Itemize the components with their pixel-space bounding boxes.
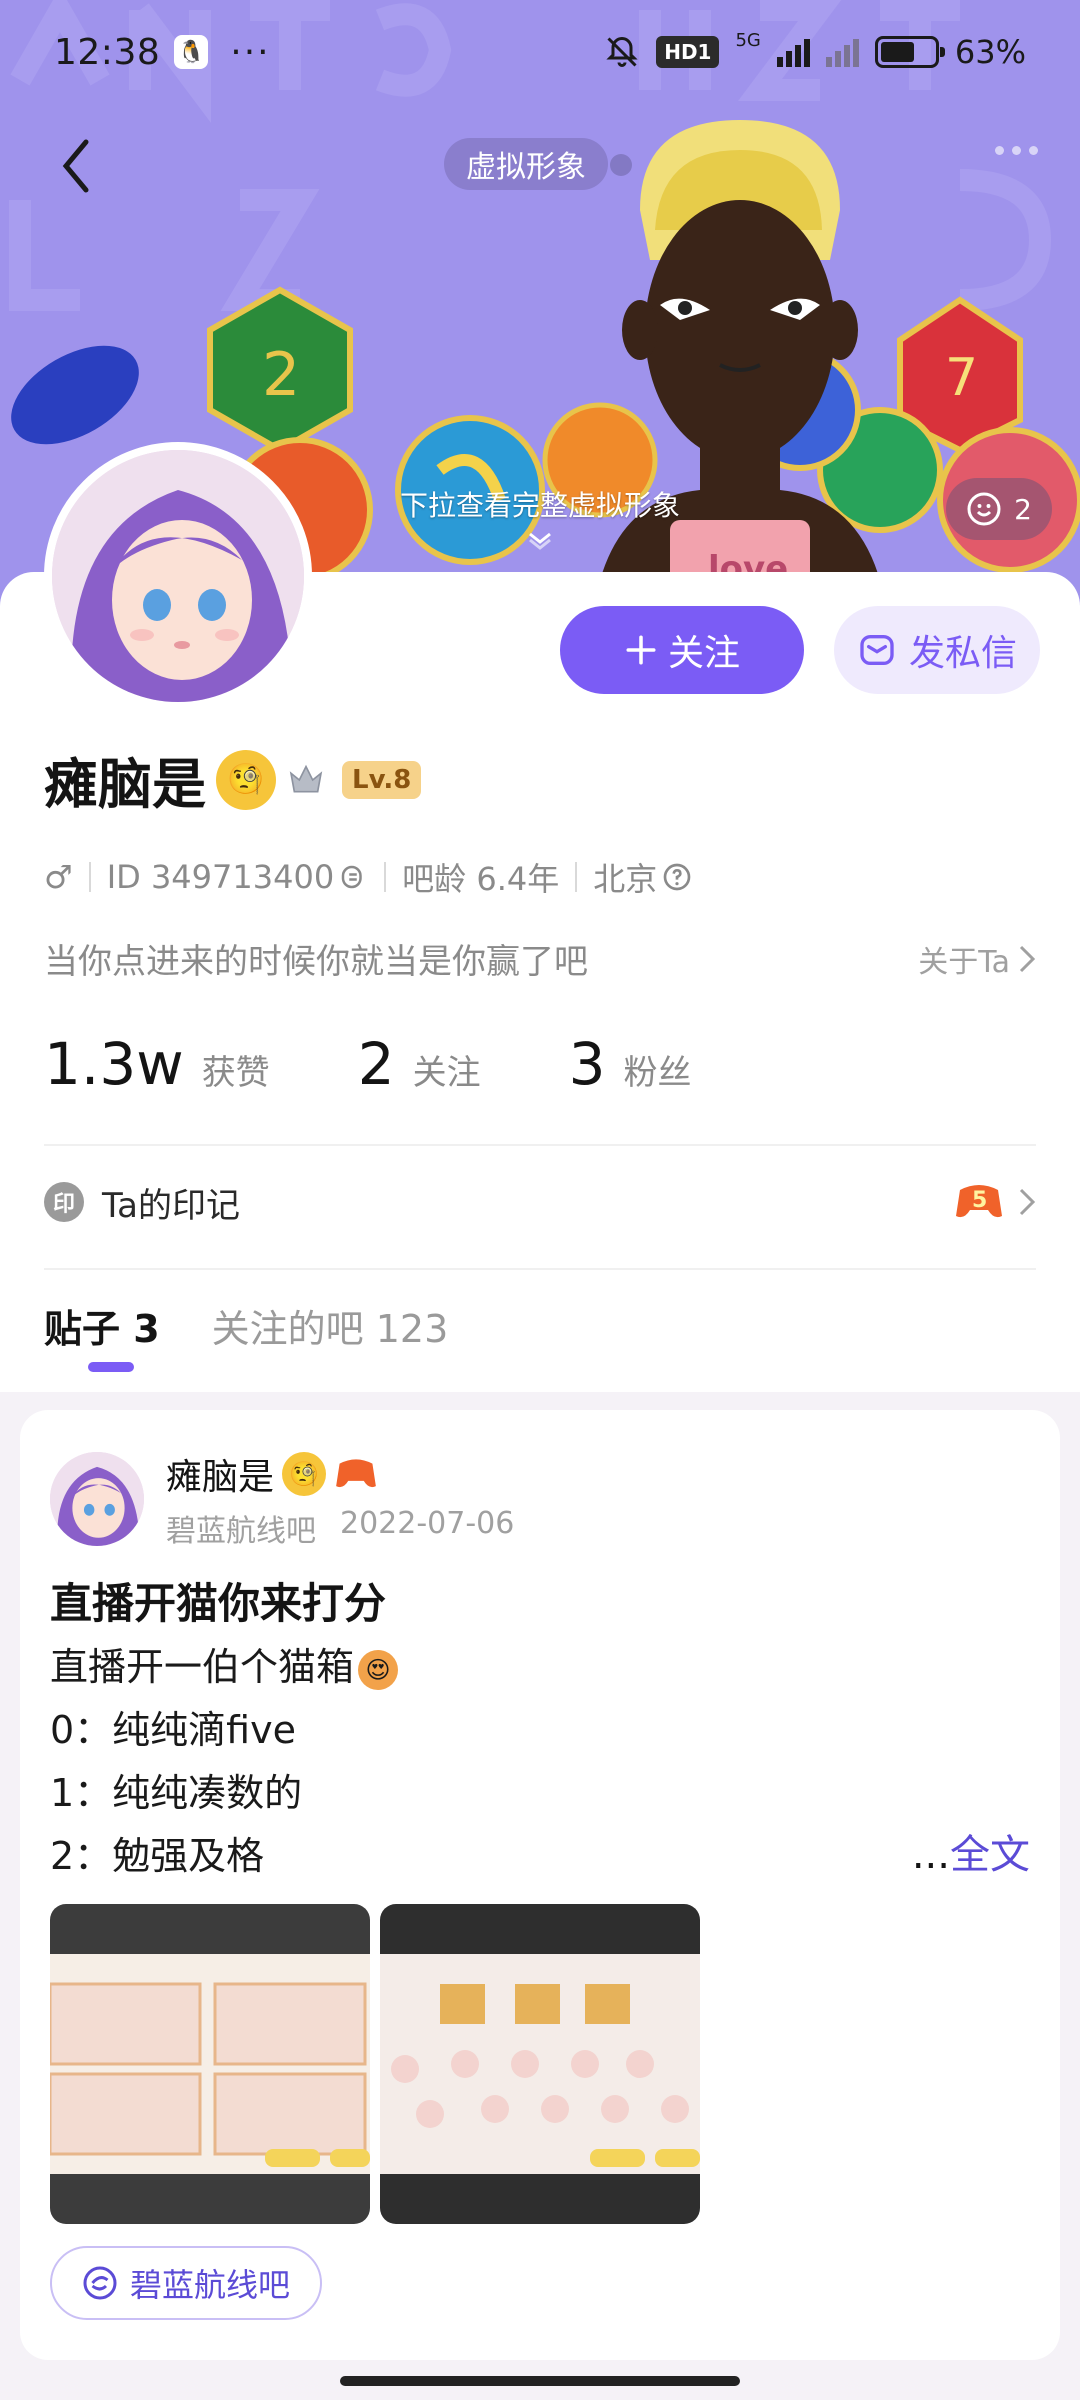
follow-button[interactable]: 关注: [560, 606, 804, 694]
about-label: 关于Ta: [918, 944, 1010, 980]
post-title: 直播开猫你来打分: [50, 1579, 387, 1628]
read-full-link[interactable]: ...全文: [912, 1822, 1030, 1880]
direct-message-button[interactable]: 发私信: [834, 606, 1040, 694]
mute-bell-icon: [606, 36, 638, 67]
monocle-emoji-icon: 🧐: [216, 749, 276, 810]
post-body: 直播开一伯个猫箱 😍 0：纯纯滴five 1：纯纯凑数的 2：勉强及格: [50, 1636, 1030, 1888]
stats-row: 1.3w 获赞 2 关注 3 粉丝: [44, 1030, 780, 1098]
chevron-right-icon: [1019, 1188, 1036, 1216]
game-badge-icon: [336, 1459, 376, 1488]
post-line: 2：勉强及格: [50, 1834, 265, 1878]
svg-text:2: 2: [262, 340, 300, 410]
stat-followers[interactable]: 3 粉丝: [569, 1030, 692, 1098]
post-avatar-image: [50, 1452, 144, 1546]
post-line: 直播开一伯个猫箱 😍: [50, 1636, 1030, 1699]
crown-badge-icon[interactable]: [286, 760, 326, 800]
back-button[interactable]: [46, 136, 106, 196]
screenshot-thumbnail: [50, 1904, 370, 2224]
tab-posts[interactable]: 贴子 3: [44, 1298, 160, 1372]
level-badge[interactable]: Lv.8: [342, 760, 422, 799]
avatar[interactable]: [44, 442, 312, 710]
stat-label: 获赞: [201, 1053, 270, 1093]
post-line: 0：纯纯滴five: [50, 1708, 296, 1752]
post-date: 2022-07-06: [340, 1506, 515, 1541]
user-id: ID 349713400: [106, 858, 335, 896]
marks-row[interactable]: 印 Ta的印记 5: [44, 1162, 1036, 1242]
battery-icon: [874, 36, 945, 68]
copy-icon[interactable]: [338, 862, 368, 892]
heart-eyes-emoji-icon: 😍: [358, 1649, 399, 1690]
top-nav: 虚拟形象: [0, 130, 1080, 200]
post-author-avatar[interactable]: [50, 1452, 144, 1546]
mark-stamp-icon: 印: [44, 1182, 84, 1222]
post-author-row: 瘫脑是 🧐: [166, 1448, 378, 1500]
smile-icon: [967, 492, 1001, 526]
stat-following[interactable]: 2 关注: [358, 1030, 481, 1098]
stat-number: 2: [357, 1030, 395, 1098]
game-badge-icon: 5: [956, 1185, 1002, 1218]
stat-likes[interactable]: 1.3w 获赞: [44, 1030, 270, 1098]
divider: [44, 1144, 1036, 1146]
marks-label: Ta的印记: [102, 1185, 240, 1226]
full-text-label: 全文: [950, 1832, 1030, 1878]
forum-chip-label: 碧蓝航线吧: [130, 2266, 291, 2304]
network-type: 5G: [735, 29, 761, 51]
plus-icon: [626, 635, 656, 665]
post-card[interactable]: 瘫脑是 🧐 碧蓝航线吧 2022-07-06 直播开猫你来打分 直播开一伯个猫箱…: [20, 1410, 1060, 2360]
about-link[interactable]: 关于Ta: [918, 937, 1036, 981]
ellipsis: ...: [911, 1832, 950, 1878]
signal-icon: [776, 37, 810, 67]
screenshot-thumbnail: [380, 1904, 700, 2224]
stat-label: 粉丝: [623, 1053, 692, 1093]
dm-label: 发私信: [908, 633, 1017, 674]
post-author-name[interactable]: 瘫脑是: [166, 1448, 274, 1500]
home-indicator[interactable]: [340, 2376, 740, 2386]
qq-notification-icon: 🐧: [174, 35, 209, 69]
name-row: 瘫脑是 🧐 Lv.8: [44, 740, 422, 819]
status-more-indicator: ···: [230, 31, 271, 73]
follow-label: 关注: [667, 633, 740, 674]
post-image[interactable]: [50, 1904, 370, 2224]
avatar-image: [52, 450, 304, 702]
tab-followed-forums[interactable]: 关注的吧 123: [212, 1298, 449, 1353]
bio-text: 当你点进来的时候你就当是你赢了吧: [44, 942, 588, 982]
back-arrow-icon: [62, 139, 89, 193]
more-options-button[interactable]: [995, 146, 1038, 155]
pill-dot-indicator: [610, 154, 632, 176]
monocle-emoji-icon: 🧐: [282, 1452, 327, 1496]
avatar-like-chip[interactable]: 2: [946, 478, 1052, 540]
status-time: 12:38: [54, 31, 161, 73]
battery-percent: 63%: [954, 33, 1026, 71]
signal-2-icon: [825, 37, 859, 67]
location: 北京: [593, 860, 658, 898]
post-line: 1：纯纯凑数的: [50, 1771, 303, 1815]
status-bar: 12:38 🐧 ··· HD1 5G 63%: [0, 0, 1080, 104]
hd-badge: HD1: [656, 36, 720, 68]
stat-number: 1.3w: [44, 1030, 184, 1098]
forum-logo-icon: [83, 2266, 117, 2300]
meta-row: ♂ ID 349713400 吧龄 6.4年 北京: [44, 854, 693, 900]
stat-label: 关注: [412, 1053, 481, 1093]
post-images: [50, 1904, 700, 2224]
like-count: 2: [1014, 492, 1032, 526]
profile-tabs: 贴子 3 关注的吧 123: [44, 1298, 449, 1372]
help-icon[interactable]: [661, 861, 693, 893]
forum-chip[interactable]: 碧蓝航线吧: [50, 2246, 323, 2320]
stat-number: 3: [568, 1030, 606, 1098]
divider: [44, 1268, 1036, 1270]
mail-icon: [860, 635, 894, 665]
chevron-right-icon: [1019, 945, 1036, 972]
chevron-down-icon: [529, 532, 551, 550]
post-image[interactable]: [380, 1904, 700, 2224]
svg-text:7: 7: [945, 348, 978, 408]
badge-number: 5: [972, 1188, 987, 1213]
virtual-avatar-pill[interactable]: 虚拟形象: [444, 138, 608, 190]
bar-age: 吧龄 6.4年: [402, 860, 560, 898]
gender-icon: ♂: [44, 858, 73, 896]
user-name: 瘫脑是: [44, 753, 206, 816]
post-forum-name[interactable]: 碧蓝航线吧: [166, 1506, 316, 1550]
post-meta: 碧蓝航线吧 2022-07-06: [166, 1506, 514, 1550]
bio-row: 当你点进来的时候你就当是你赢了吧 关于Ta: [44, 934, 1036, 983]
